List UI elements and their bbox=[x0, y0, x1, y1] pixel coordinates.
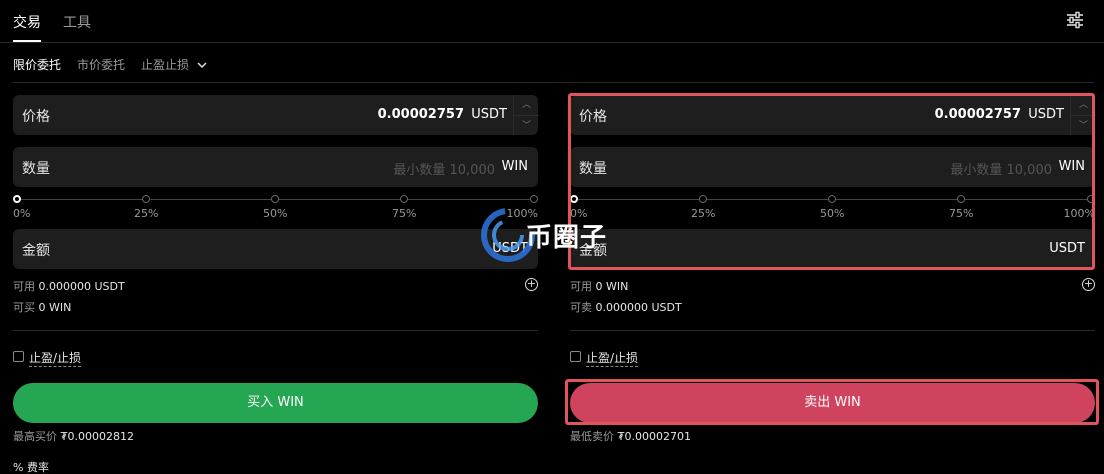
available-value: 0.000000 USDT bbox=[38, 280, 125, 293]
sell-price-stepper: ︿ ﹀ bbox=[1070, 95, 1096, 135]
sell-button[interactable]: 卖出 WIN bbox=[570, 383, 1095, 423]
sell-quantity-placeholder: 最小数量 10,000 bbox=[950, 163, 1052, 178]
buy-quantity-placeholder: 最小数量 10,000 bbox=[393, 163, 495, 178]
increment-icon[interactable]: ︿ bbox=[514, 95, 539, 115]
can-sell-label: 可卖 bbox=[570, 301, 592, 314]
slider-handle[interactable] bbox=[13, 195, 21, 203]
slider-stop[interactable] bbox=[530, 195, 538, 203]
sell-price-label: 价格 bbox=[579, 109, 607, 125]
active-tab-indicator bbox=[13, 40, 41, 42]
buy-can-buy: 可买 0 WIN bbox=[13, 299, 71, 315]
slider-stop[interactable] bbox=[271, 195, 279, 203]
divider bbox=[570, 330, 1095, 331]
sell-quantity-unit: WIN bbox=[1058, 159, 1085, 174]
plus-circle-icon[interactable]: + bbox=[525, 278, 538, 291]
tab-stop-order[interactable]: 止盈止损 bbox=[141, 56, 207, 73]
sell-amount-unit: USDT bbox=[1049, 241, 1085, 256]
tab-tools[interactable]: 工具 bbox=[63, 12, 91, 32]
increment-icon[interactable]: ︿ bbox=[1071, 95, 1096, 115]
sell-available: 可用 0 WIN bbox=[570, 278, 628, 294]
slider-mark: 25% bbox=[134, 207, 159, 220]
tab-stop-order-label: 止盈止损 bbox=[141, 58, 190, 72]
can-buy-value: 0 WIN bbox=[38, 301, 72, 314]
sell-can-sell: 可卖 0.000000 USDT bbox=[570, 299, 682, 315]
tab-trade[interactable]: 交易 bbox=[13, 12, 41, 32]
tab-market-order[interactable]: 市价委托 bbox=[77, 56, 125, 73]
slider-mark: 75% bbox=[949, 207, 974, 220]
top-tab-bar: 交易 工具 bbox=[0, 0, 1104, 43]
tp-sl-checkbox[interactable] bbox=[570, 351, 581, 362]
sell-quantity-field[interactable]: 数量 最小数量 10,000 WIN bbox=[570, 147, 1095, 187]
decrement-icon[interactable]: ﹀ bbox=[1071, 115, 1096, 135]
slider-stop[interactable] bbox=[142, 195, 150, 203]
sell-price-unit: USDT bbox=[1028, 107, 1064, 122]
slider-stop[interactable] bbox=[400, 195, 408, 203]
slider-stop[interactable] bbox=[1087, 195, 1095, 203]
plus-circle-icon[interactable]: + bbox=[1082, 278, 1095, 291]
can-buy-label: 可买 bbox=[13, 301, 35, 314]
slider-stop[interactable] bbox=[828, 195, 836, 203]
buy-price-unit: USDT bbox=[471, 107, 507, 122]
slider-stop[interactable] bbox=[699, 195, 707, 203]
buy-quantity-field[interactable]: 数量 最小数量 10,000 WIN bbox=[13, 147, 538, 187]
available-label: 可用 bbox=[570, 280, 592, 293]
sell-price-field[interactable]: 价格 0.00002757 USDT ︿ ﹀ bbox=[570, 95, 1096, 135]
sell-percent-slider[interactable]: 0% 25% 50% 75% 100% bbox=[570, 195, 1095, 220]
sell-quantity-label: 数量 bbox=[579, 161, 607, 177]
best-price-label: 最高买价 bbox=[13, 430, 57, 443]
sell-best-price: 最低卖价 ₮0.00002701 bbox=[570, 428, 691, 444]
sell-amount-field[interactable]: 金额 USDT bbox=[570, 229, 1095, 269]
sell-price-value: 0.00002757 bbox=[934, 107, 1021, 122]
buy-price-stepper: ︿ ﹀ bbox=[513, 95, 539, 135]
slider-mark: 100% bbox=[1063, 207, 1095, 220]
slider-mark: 50% bbox=[263, 207, 288, 220]
fee-rate-label[interactable]: % 费率 bbox=[13, 459, 49, 474]
buy-amount-label: 金额 bbox=[22, 243, 50, 259]
watermark-logo: 币圈子 bbox=[478, 205, 628, 265]
best-price-value: ₮0.00002701 bbox=[617, 430, 691, 443]
buy-price-value: 0.00002757 bbox=[377, 107, 464, 122]
slider-mark: 25% bbox=[691, 207, 716, 220]
slider-stop[interactable] bbox=[957, 195, 965, 203]
divider bbox=[13, 330, 538, 331]
best-price-value: ₮0.00002812 bbox=[60, 430, 134, 443]
buy-best-price: 最高买价 ₮0.00002812 bbox=[13, 428, 134, 444]
buy-price-field[interactable]: 价格 0.00002757 USDT ︿ ﹀ bbox=[13, 95, 539, 135]
buy-quantity-unit: WIN bbox=[501, 159, 528, 174]
sliders-settings-icon[interactable] bbox=[1066, 11, 1084, 29]
available-label: 可用 bbox=[13, 280, 35, 293]
slider-mark: 75% bbox=[392, 207, 417, 220]
slider-mark: 50% bbox=[820, 207, 845, 220]
divider bbox=[13, 82, 1094, 83]
tp-sl-checkbox[interactable] bbox=[13, 351, 24, 362]
slider-handle[interactable] bbox=[570, 195, 578, 203]
slider-mark: 0% bbox=[13, 207, 31, 220]
can-sell-value: 0.000000 USDT bbox=[595, 301, 682, 314]
tab-limit-order[interactable]: 限价委托 bbox=[13, 56, 61, 73]
buy-amount-field[interactable]: 金额 USDT bbox=[13, 229, 538, 269]
tp-sl-label[interactable]: 止盈/止损 bbox=[29, 349, 82, 367]
buy-quantity-label: 数量 bbox=[22, 161, 50, 177]
buy-price-label: 价格 bbox=[22, 109, 50, 125]
buy-available: 可用 0.000000 USDT bbox=[13, 278, 125, 294]
chevron-down-icon bbox=[197, 62, 207, 69]
watermark-text: 币圈子 bbox=[526, 223, 608, 253]
order-type-tabs: 限价委托 市价委托 止盈止损 ? bbox=[0, 44, 1104, 115]
buy-percent-slider[interactable]: 0% 25% 50% 75% 100% bbox=[13, 195, 538, 220]
tp-sl-label[interactable]: 止盈/止损 bbox=[586, 349, 639, 367]
decrement-icon[interactable]: ﹀ bbox=[514, 115, 539, 135]
best-price-label: 最低卖价 bbox=[570, 430, 614, 443]
available-value: 0 WIN bbox=[595, 280, 629, 293]
buy-button[interactable]: 买入 WIN bbox=[13, 383, 538, 423]
